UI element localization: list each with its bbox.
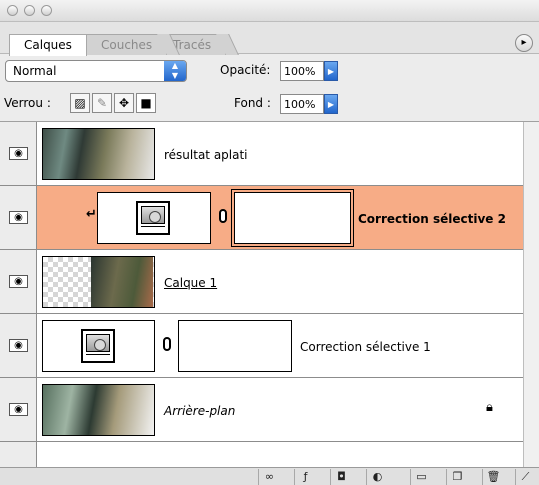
tab-traces-label: Tracés [173, 38, 212, 52]
fill-field[interactable]: 100% [280, 94, 324, 114]
panel-menu-button[interactable]: ▸ [515, 34, 533, 52]
visibility-cell[interactable]: ◉ [0, 314, 37, 377]
new-group-folder-icon[interactable]: ▭ [410, 469, 432, 485]
select-arrows-icon: ▲ ▼ [164, 61, 186, 81]
opacity-value: 100% [284, 65, 316, 78]
layer-row-correction-selective-1[interactable]: ◉ Correction sélective 1 [0, 314, 523, 378]
eye-icon[interactable]: ◉ [9, 403, 28, 416]
layer-name: Correction sélective 1 [300, 340, 431, 354]
tab-calques-label: Calques [24, 38, 72, 52]
layers-list: ◉ résultat aplati ◉ ↵ Correction sélecti… [0, 122, 523, 467]
close-window-button[interactable] [7, 5, 18, 16]
layer-mask-thumbnail[interactable] [178, 320, 292, 372]
layer-name: Calque 1 [164, 276, 218, 290]
lock-icon: 🔒︎ [486, 400, 493, 415]
lock-position-move-icon[interactable]: ✥ [114, 93, 134, 113]
blend-options-row: Normal ▲ ▼ Opacité: 100% ▶ [0, 54, 539, 86]
eye-icon[interactable]: ◉ [9, 147, 28, 160]
layer-mask-thumbnail[interactable] [231, 189, 354, 247]
lock-transparency-icon[interactable]: ▨ [70, 93, 90, 113]
layers-bottom-toolbar: ∞ ƒ ◘ ◐ ▭ ❐ 🗑︎ ⟋ [0, 467, 539, 485]
link-icon[interactable] [219, 209, 227, 223]
adjustment-icon [136, 201, 170, 235]
visibility-cell[interactable]: ◉ [0, 378, 37, 441]
link-icon[interactable] [163, 337, 171, 351]
clipping-arrow-icon: ↵ [86, 207, 97, 222]
panel-tab-bar: Calques Couches Tracés ▸ [0, 22, 539, 56]
add-mask-icon[interactable]: ◘ [330, 469, 352, 485]
empty-visibility-column [0, 442, 37, 467]
layer-thumbnail [42, 128, 155, 180]
opacity-slider-arrow-icon[interactable]: ▶ [324, 61, 338, 81]
layer-row-arriere-plan[interactable]: ◉ Arrière-plan 🔒︎ [0, 378, 523, 442]
resize-grip-icon[interactable]: ⟋ [515, 469, 535, 485]
lock-fill-row: Verrou : ▨ ✎ ✥ ■ Fond : 100% ▶ [0, 86, 539, 122]
fill-value: 100% [284, 98, 316, 111]
layer-thumbnail [42, 256, 155, 308]
panel-title-bar [0, 0, 539, 22]
tab-couches[interactable]: Couches [86, 34, 168, 55]
opacity-label: Opacité: [220, 63, 271, 77]
layer-row-correction-selective-2[interactable]: ◉ ↵ Correction sélective 2 [0, 186, 523, 250]
adjustment-icon [81, 329, 115, 363]
lock-label: Verrou : [4, 96, 51, 110]
new-layer-icon[interactable]: ❐ [446, 469, 468, 485]
adjustment-thumbnail [97, 192, 211, 244]
fill-slider-arrow-icon[interactable]: ▶ [324, 94, 338, 114]
lock-all-icon[interactable]: ■ [136, 93, 156, 113]
new-adjustment-layer-icon[interactable]: ◐ [366, 469, 388, 485]
layer-row-resultat-aplati[interactable]: ◉ résultat aplati [0, 122, 523, 186]
layer-name: résultat aplati [164, 148, 248, 162]
eye-icon[interactable]: ◉ [9, 275, 28, 288]
opacity-field[interactable]: 100% [280, 61, 324, 81]
visibility-cell[interactable]: ◉ [0, 250, 37, 313]
layer-thumbnail [42, 384, 155, 436]
trash-icon[interactable]: 🗑︎ [482, 469, 504, 485]
blend-mode-value: Normal [13, 64, 57, 78]
visibility-cell[interactable]: ◉ [0, 186, 37, 249]
layers-scrollbar[interactable] [523, 122, 539, 467]
adjustment-thumbnail [42, 320, 155, 372]
blend-mode-select[interactable]: Normal ▲ ▼ [5, 60, 187, 82]
eye-icon[interactable]: ◉ [9, 339, 28, 352]
fill-label: Fond : [234, 96, 271, 110]
minimize-window-button[interactable] [24, 5, 35, 16]
layer-style-icon[interactable]: ƒ [294, 469, 316, 485]
lock-image-brush-icon[interactable]: ✎ [92, 93, 112, 113]
zoom-window-button[interactable] [41, 5, 52, 16]
tab-couches-label: Couches [101, 38, 153, 52]
tab-calques[interactable]: Calques [9, 34, 87, 56]
layer-name: Arrière-plan [164, 404, 236, 418]
layer-row-calque-1[interactable]: ◉ Calque 1 [0, 250, 523, 314]
link-layers-icon[interactable]: ∞ [258, 469, 280, 485]
layer-name: Correction sélective 2 [358, 212, 506, 226]
eye-icon[interactable]: ◉ [9, 211, 28, 224]
visibility-cell[interactable]: ◉ [0, 122, 37, 185]
